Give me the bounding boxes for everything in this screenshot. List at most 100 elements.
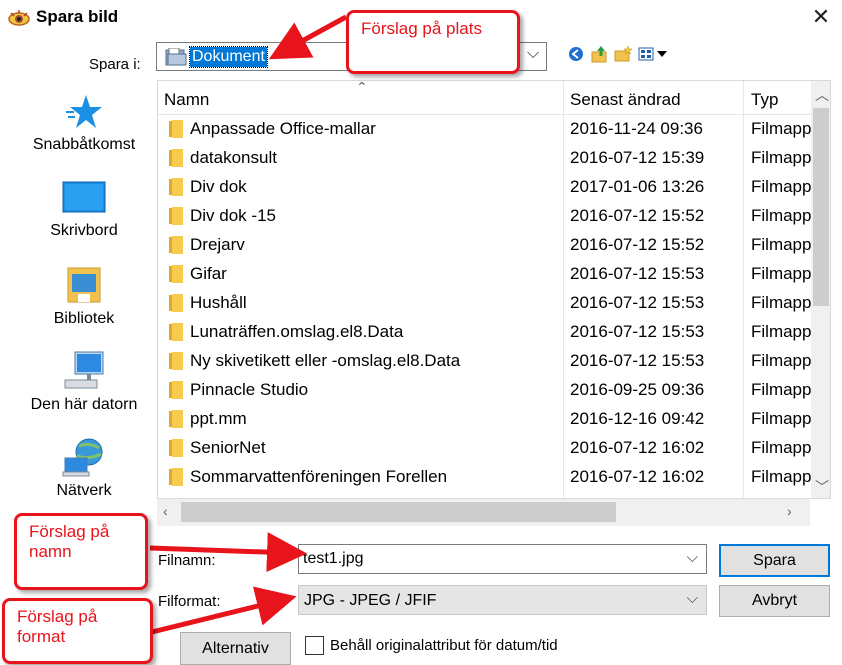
modified-cell: 2016-07-12 15:53 [570,351,705,370]
place-label: Skrivbord [50,222,118,239]
table-row[interactable]: Anpassade Office-mallar 2016-11-24 09:36 F… [158,115,811,144]
file-name-cell: Hushåll [190,293,247,312]
folder-icon [169,410,183,428]
places-bar: Snabbåtkomst Skrivbord Bibliotek Den här… [14,80,154,500]
modified-cell: 2016-12-16 09:42 [570,409,705,428]
library-icon [67,267,101,303]
keep-attributes-label: Behåll originalattribut för datum/tid [330,637,558,654]
chevron-down-icon: ⌵ [527,45,540,62]
type-cell: Filmapp [751,351,812,370]
type-cell: Filmapp [751,380,812,399]
place-this-pc[interactable]: Den här datorn [14,350,154,414]
type-cell: Filmapp [751,148,812,167]
type-cell: Filmapp [751,235,812,254]
modified-cell: 2016-07-12 15:52 [570,206,705,225]
save-in-value: Dokument [189,46,268,68]
file-name-cell: Anpassade Office-mallar [190,119,376,138]
type-cell: Filmapp [751,264,812,283]
table-row[interactable]: Hushåll 2016-07-12 15:53 Filmapp [158,289,811,318]
table-row[interactable]: ppt.mm 2016-12-16 09:42 Filmapp [158,405,811,434]
place-desktop[interactable]: Skrivbord [14,180,154,240]
annotation-location: Förslag på plats [346,10,520,74]
file-name-cell: Div dok [190,177,247,196]
format-value: JPG - JPEG / JFIF [304,592,437,609]
place-network[interactable]: Nätverk [14,436,154,500]
scroll-up-icon[interactable]: ︿ [815,85,829,105]
format-dropdown[interactable]: JPG - JPEG / JFIF ⌵ [298,585,707,615]
table-row[interactable]: Sommarvattenföreningen Forellen 2016-07-1… [158,463,811,492]
folder-icon [169,381,183,399]
scroll-right-icon[interactable]: › [787,503,792,519]
table-row[interactable]: Div dok 2017-01-06 13:26 Filmapp [158,173,811,202]
type-cell: Filmapp [751,206,812,225]
modified-cell: 2016-07-12 15:39 [570,148,705,167]
modified-cell: 2017-01-06 13:26 [570,177,705,196]
place-label: Nätverk [56,482,112,499]
file-name-cell: Div dok -15 [190,206,276,225]
folder-icon [169,352,183,370]
column-header-name[interactable]: Namn [164,90,209,110]
table-row[interactable]: Pinnacle Studio 2016-09-25 09:36 Filmapp [158,376,811,405]
table-row[interactable]: Drejarv 2016-07-12 15:52 Filmapp [158,231,811,260]
file-name-cell: Pinnacle Studio [190,380,309,399]
modified-cell: 2016-07-12 15:53 [570,264,705,283]
sort-ascending-icon: ⌃ [356,80,368,95]
file-name-cell: Lunaträffen.omslag.el8.Data [190,322,404,341]
scroll-left-icon[interactable]: ‹ [163,503,168,519]
new-folder-icon[interactable] [613,44,633,64]
cancel-button[interactable]: Avbryt [719,585,830,617]
options-button[interactable]: Alternativ [180,632,291,665]
folder-icon [169,149,183,167]
table-row[interactable]: Div dok -15 2016-07-12 15:52 Filmapp [158,202,811,231]
folder-icon [169,207,183,225]
modified-cell: 2016-07-12 16:02 [570,467,705,486]
table-row[interactable]: Lunaträffen.omslag.el8.Data 2016-07-12 15… [158,318,811,347]
table-row[interactable]: Gifar 2016-07-12 15:53 Filmapp [158,260,811,289]
up-folder-icon[interactable] [590,44,610,64]
horizontal-scroll-thumb[interactable] [181,502,616,522]
folder-icon [169,120,183,138]
place-libraries[interactable]: Bibliotek [14,266,154,328]
file-name-cell: SeniorNet [190,438,266,457]
file-list[interactable]: ⌃ Namn Senast ändrad Typ Anpassade Offic… [157,80,831,499]
close-button[interactable]: ✕ [800,0,842,34]
file-name-cell: Gifar [190,264,227,283]
keep-attributes-checkbox[interactable] [305,636,324,655]
chevron-down-icon[interactable]: ⌵ [687,549,698,566]
file-list-header: ⌃ Namn Senast ändrad Typ [158,81,811,115]
table-row[interactable]: SeniorNet 2016-07-12 16:02 Filmapp [158,434,811,463]
modified-cell: 2016-09-25 09:36 [570,380,705,399]
app-eye-icon [8,10,30,26]
vertical-scroll-thumb[interactable] [813,108,829,306]
folder-icon [169,439,183,457]
chevron-down-icon: ⌵ [686,590,698,607]
folder-icon [169,323,183,341]
column-header-modified[interactable]: Senast ändrad [570,90,681,110]
table-row[interactable]: datakonsult 2016-07-12 15:39 Filmapp [158,144,811,173]
save-in-label: Spara i: [89,56,141,73]
place-quick-access[interactable]: Snabbåtkomst [14,92,154,154]
place-label: Den här datorn [30,396,138,413]
vertical-scrollbar[interactable]: ︿ ﹀ [811,81,830,498]
place-label: Bibliotek [53,310,115,327]
file-name-cell: Ny skivetikett eller -omslag.el8.Data [190,351,461,370]
modified-cell: 2016-07-12 15:53 [570,322,705,341]
folder-icon [169,294,183,312]
scroll-down-icon[interactable]: ﹀ [815,477,829,497]
computer-icon [64,351,104,389]
save-button[interactable]: Spara [719,544,830,577]
back-icon[interactable] [566,44,586,64]
desktop-icon [62,181,106,213]
filename-value: test1.jpg [303,550,364,567]
view-menu-icon[interactable] [638,44,670,64]
folder-icon [169,468,183,486]
horizontal-scrollbar[interactable]: ‹ › [157,499,810,526]
filename-input[interactable]: test1.jpg ⌵ [298,544,707,574]
file-name-cell: Sommarvattenföreningen Forellen [190,467,448,486]
file-name-cell: Drejarv [190,235,245,254]
table-row[interactable]: Ny skivetikett eller -omslag.el8.Data 201… [158,347,811,376]
type-cell: Filmapp [751,322,812,341]
modified-cell: 2016-07-12 15:52 [570,235,705,254]
type-cell: Filmapp [751,438,812,457]
column-header-type[interactable]: Typ [751,90,778,110]
